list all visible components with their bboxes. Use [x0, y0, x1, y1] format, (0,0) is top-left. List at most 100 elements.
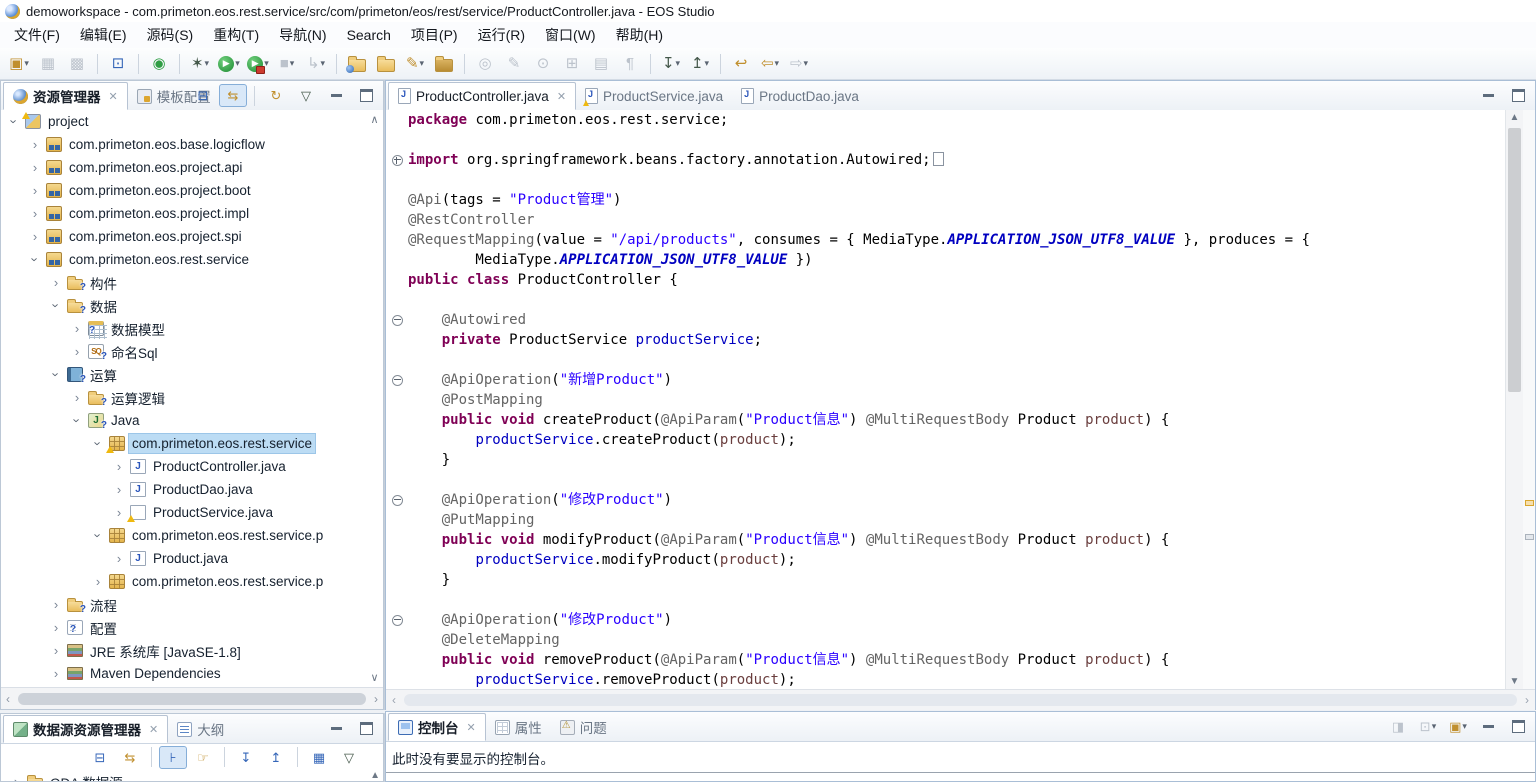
dropdown-arrow-icon[interactable]: ▾ [24, 58, 29, 69]
code-line[interactable]: @PutMapping [386, 510, 1506, 530]
chevron-collapsed-icon[interactable]: › [91, 575, 105, 588]
run-configurations-button[interactable]: ▶▾ [244, 51, 272, 77]
menu-item-4[interactable]: 导航(N) [269, 22, 336, 48]
code-line[interactable]: @Api(tags = "Product管理") [386, 190, 1506, 210]
code-line[interactable]: @ApiOperation("新增Product") [386, 370, 1506, 390]
debug-button[interactable]: ✶▾ [186, 51, 214, 77]
editor-horizontal-scrollbar[interactable]: ‹ › [386, 689, 1535, 710]
overview-marker[interactable] [1525, 534, 1534, 540]
refresh-button[interactable]: ↻ [262, 84, 290, 107]
code-lines[interactable]: package com.primeton.eos.rest.service;im… [386, 110, 1506, 689]
chevron-collapsed-icon[interactable]: › [28, 184, 42, 197]
scroll-left-icon[interactable]: ‹ [6, 692, 10, 706]
code-line[interactable]: @ApiOperation("修改Product") [386, 610, 1506, 630]
tab-大纲[interactable]: 大纲 [168, 715, 233, 743]
tree-mode-button[interactable]: ⊦ [159, 746, 187, 769]
show-source-button[interactable]: ▤ [587, 51, 615, 77]
dropdown-arrow-icon[interactable]: ▾ [205, 58, 210, 69]
chevron-right-icon[interactable]: › [9, 775, 23, 782]
minimize-button[interactable] [322, 717, 350, 740]
code-line[interactable] [386, 350, 1506, 370]
chevron-expanded-icon[interactable]: › [29, 253, 42, 267]
back-button[interactable]: ⇦▾ [756, 51, 784, 77]
view-menu-button[interactable]: ▽ [335, 746, 363, 769]
tab-控制台[interactable]: 控制台✕ [388, 713, 486, 741]
chevron-collapsed-icon[interactable]: › [112, 552, 126, 565]
scroll-left-icon[interactable]: ‹ [392, 693, 396, 707]
chevron-collapsed-icon[interactable]: › [112, 483, 126, 496]
close-tab-icon[interactable]: ✕ [467, 721, 476, 734]
code-line[interactable] [386, 590, 1506, 610]
chevron-collapsed-icon[interactable]: › [49, 276, 63, 289]
forward-button[interactable]: ⇨▾ [785, 51, 813, 77]
chevron-expanded-icon[interactable]: › [92, 437, 105, 451]
dropdown-arrow-icon[interactable]: ▾ [705, 58, 710, 69]
tree-item[interactable]: ›运算逻辑 [1, 386, 383, 409]
code-line[interactable]: @Autowired [386, 310, 1506, 330]
menu-item-7[interactable]: 运行(R) [468, 22, 535, 48]
chevron-collapsed-icon[interactable]: › [112, 460, 126, 473]
tree-vertical-scrollbar[interactable]: ∧ ∨ [366, 110, 383, 687]
export-config-button[interactable]: ↥ [262, 746, 290, 769]
dropdown-arrow-icon[interactable]: ▾ [775, 58, 780, 69]
chevron-collapsed-icon[interactable]: › [70, 322, 84, 335]
dropdown-arrow-icon[interactable]: ▾ [321, 58, 326, 69]
tree-item[interactable]: ›命名Sql [1, 340, 383, 363]
tree-item[interactable]: ›Product.java [1, 547, 383, 570]
tree-item[interactable]: ›运算 [1, 363, 383, 386]
tree-item[interactable]: ›com.primeton.eos.rest.service.p [1, 570, 383, 593]
tree-item[interactable]: ›ProductDao.java [1, 478, 383, 501]
tab-资源管理器[interactable]: 资源管理器✕ [3, 82, 128, 110]
code-line[interactable]: @RestController [386, 210, 1506, 230]
overview-marker-warning[interactable] [1525, 500, 1534, 506]
minimize-button[interactable] [322, 84, 350, 107]
tree-item[interactable]: ›ProductService.java [1, 501, 383, 524]
scroll-right-icon[interactable]: › [1525, 693, 1529, 707]
connect-button[interactable]: ☞ [189, 746, 217, 769]
dropdown-arrow-icon[interactable]: ▾ [235, 58, 240, 69]
code-line[interactable] [386, 170, 1506, 190]
close-tab-icon[interactable]: ✕ [557, 90, 566, 103]
fold-minus-icon[interactable] [386, 490, 408, 510]
scroll-up-icon[interactable]: ▲ [370, 770, 380, 781]
show-whitespace-button[interactable]: ¶ [616, 51, 644, 77]
open-directory-button[interactable] [372, 51, 400, 77]
menu-item-5[interactable]: Search [337, 24, 401, 46]
collapsed-region-icon[interactable] [933, 152, 944, 166]
code-line[interactable]: private ProductService productService; [386, 330, 1506, 350]
link-with-editor-button[interactable]: ⇆ [116, 746, 144, 769]
load-directory-button[interactable] [430, 51, 458, 77]
code-line[interactable]: productService.modifyProduct(product); [386, 550, 1506, 570]
code-line[interactable]: public class ProductController { [386, 270, 1506, 290]
chevron-expanded-icon[interactable]: › [8, 115, 21, 129]
tree-item[interactable]: ›com.primeton.eos.rest.service [1, 432, 383, 455]
maximize-button[interactable] [352, 84, 380, 107]
tab-问题[interactable]: 问题 [551, 713, 616, 741]
collapse-all-button[interactable]: ⊟ [189, 84, 217, 107]
tree-item[interactable]: ›JRE 系统库 [JavaSE-1.8] [1, 639, 383, 662]
code-line[interactable]: @PostMapping [386, 390, 1506, 410]
scroll-up-icon[interactable]: ∧ [370, 113, 378, 126]
tree-item[interactable]: ›配置 [1, 616, 383, 639]
dropdown-arrow-icon[interactable]: ▾ [1432, 721, 1437, 732]
code-line[interactable] [386, 470, 1506, 490]
code-line[interactable]: productService.removeProduct(product); [386, 670, 1506, 689]
tree-item[interactable]: ›构件 [1, 271, 383, 294]
chevron-collapsed-icon[interactable]: › [28, 207, 42, 220]
tab-ProductService.java[interactable]: ProductService.java [576, 82, 732, 110]
chevron-collapsed-icon[interactable]: › [70, 391, 84, 404]
scroll-down-icon[interactable]: ∨ [370, 671, 378, 684]
pin-console-button[interactable]: ◨ [1384, 715, 1412, 738]
scrollbar-thumb[interactable] [1508, 128, 1521, 392]
chevron-collapsed-icon[interactable]: › [112, 506, 126, 519]
chevron-collapsed-icon[interactable]: › [49, 621, 63, 634]
menu-item-2[interactable]: 源码(S) [137, 22, 204, 48]
link-with-editor-button[interactable]: ⇆ [219, 84, 247, 107]
chevron-collapsed-icon[interactable]: › [49, 667, 63, 680]
save-profile-button[interactable]: ▦ [305, 746, 333, 769]
dropdown-arrow-icon[interactable]: ▾ [804, 58, 809, 69]
boot-dashboard-button[interactable]: ◉ [145, 51, 173, 77]
run-button[interactable]: ▶▾ [215, 51, 243, 77]
collapse-all-button[interactable]: ⊟ [86, 746, 114, 769]
maximize-button[interactable] [1504, 84, 1532, 107]
